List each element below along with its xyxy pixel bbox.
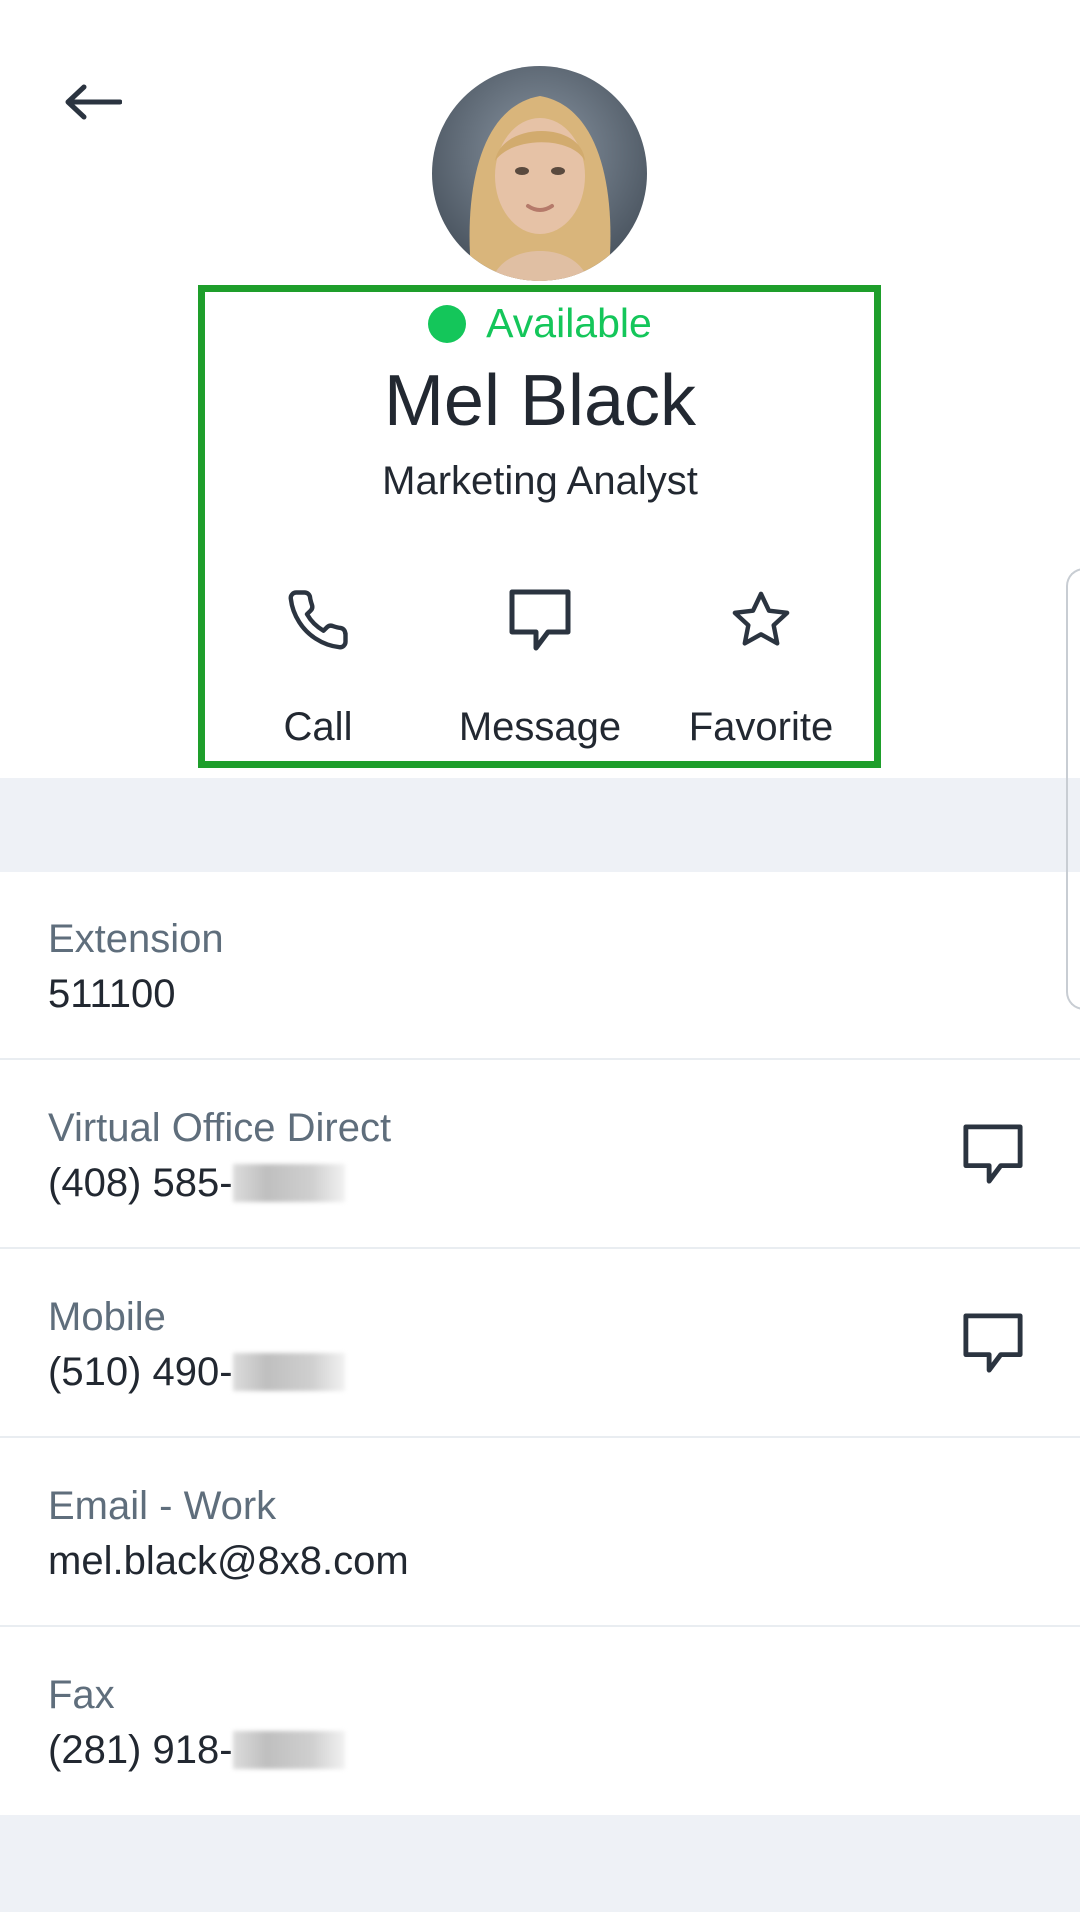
chat-bubble-icon <box>963 1313 1023 1373</box>
bottom-band <box>0 1815 1080 1912</box>
detail-value-wrapper: (281) 918- <box>48 1728 345 1773</box>
detail-row-extension[interactable]: Extension 511100 <box>0 872 1080 1060</box>
phone-icon <box>288 590 348 650</box>
message-number-button[interactable] <box>958 1308 1028 1378</box>
contact-name: Mel Black <box>383 361 697 441</box>
detail-label: Mobile <box>48 1295 166 1339</box>
status-label: Available <box>486 300 652 346</box>
detail-value: 511100 <box>48 972 176 1016</box>
message-button[interactable]: Message <box>440 575 640 750</box>
chat-bubble-icon <box>963 1124 1023 1184</box>
message-number-button[interactable] <box>958 1119 1028 1189</box>
detail-label: Extension <box>48 917 224 961</box>
redacted-digits <box>232 1353 345 1391</box>
detail-label: Email - Work <box>48 1484 277 1528</box>
star-icon <box>732 591 790 646</box>
detail-value: mel.black@8x8.com <box>48 1539 409 1583</box>
edge-panel-handle[interactable] <box>1066 568 1080 1010</box>
detail-row-mobile[interactable]: Mobile (510) 490- <box>0 1250 1080 1438</box>
section-divider <box>0 778 1080 872</box>
call-label: Call <box>283 705 353 749</box>
redacted-digits <box>232 1731 345 1769</box>
detail-value: (408) 585- <box>48 1161 233 1205</box>
favorite-button[interactable]: Favorite <box>661 575 861 750</box>
favorite-label: Favorite <box>688 705 834 749</box>
arrow-left-icon <box>65 84 122 120</box>
detail-label: Virtual Office Direct <box>48 1106 392 1150</box>
avatar <box>432 66 647 281</box>
detail-row-virtual-office-direct[interactable]: Virtual Office Direct (408) 585- <box>0 1061 1080 1249</box>
call-button[interactable]: Call <box>218 575 418 750</box>
detail-row-fax[interactable]: Fax (281) 918- <box>0 1628 1080 1816</box>
chat-bubble-icon <box>509 589 571 651</box>
redacted-digits <box>232 1164 345 1202</box>
detail-value: (281) 918- <box>48 1728 233 1772</box>
status-dot-icon <box>428 304 467 343</box>
detail-label: Fax <box>48 1673 115 1717</box>
detail-value-wrapper: (408) 585- <box>48 1161 345 1206</box>
detail-value-wrapper: (510) 490- <box>48 1350 345 1395</box>
presence-status: Available <box>0 300 1080 347</box>
detail-row-email-work[interactable]: Email - Work mel.black@8x8.com <box>0 1439 1080 1627</box>
message-label: Message <box>458 705 622 749</box>
detail-value: (510) 490- <box>48 1350 233 1394</box>
back-button[interactable] <box>58 72 128 132</box>
contact-job-title: Marketing Analyst <box>382 459 698 503</box>
